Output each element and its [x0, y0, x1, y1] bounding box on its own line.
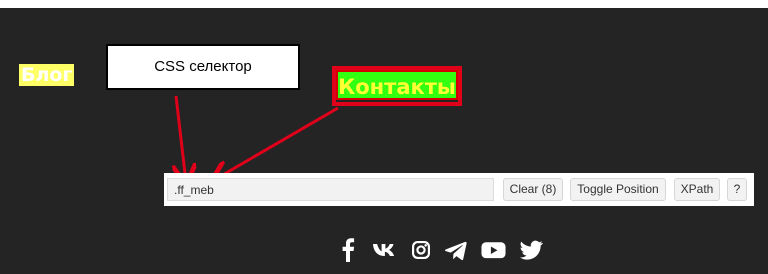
nav-link-blog[interactable]: Блог — [19, 64, 75, 86]
xpath-button[interactable]: XPath — [674, 178, 720, 201]
toggle-position-button[interactable]: Toggle Position — [570, 178, 666, 201]
youtube-icon[interactable] — [481, 238, 506, 262]
selector-gadget-bar: Clear (8) Toggle Position XPath ? — [164, 173, 754, 206]
help-button[interactable]: ? — [727, 178, 747, 201]
twitter-icon[interactable] — [520, 238, 543, 262]
css-selector-input[interactable] — [167, 178, 494, 201]
css-selector-callout: CSS селектор — [106, 44, 300, 90]
vk-icon[interactable] — [372, 238, 396, 262]
instagram-icon[interactable] — [411, 238, 431, 262]
clear-button[interactable]: Clear (8) — [503, 178, 563, 201]
nav-link-contacts[interactable]: Контакты — [336, 70, 458, 100]
telegram-icon[interactable] — [445, 238, 467, 262]
facebook-icon[interactable] — [341, 238, 355, 262]
